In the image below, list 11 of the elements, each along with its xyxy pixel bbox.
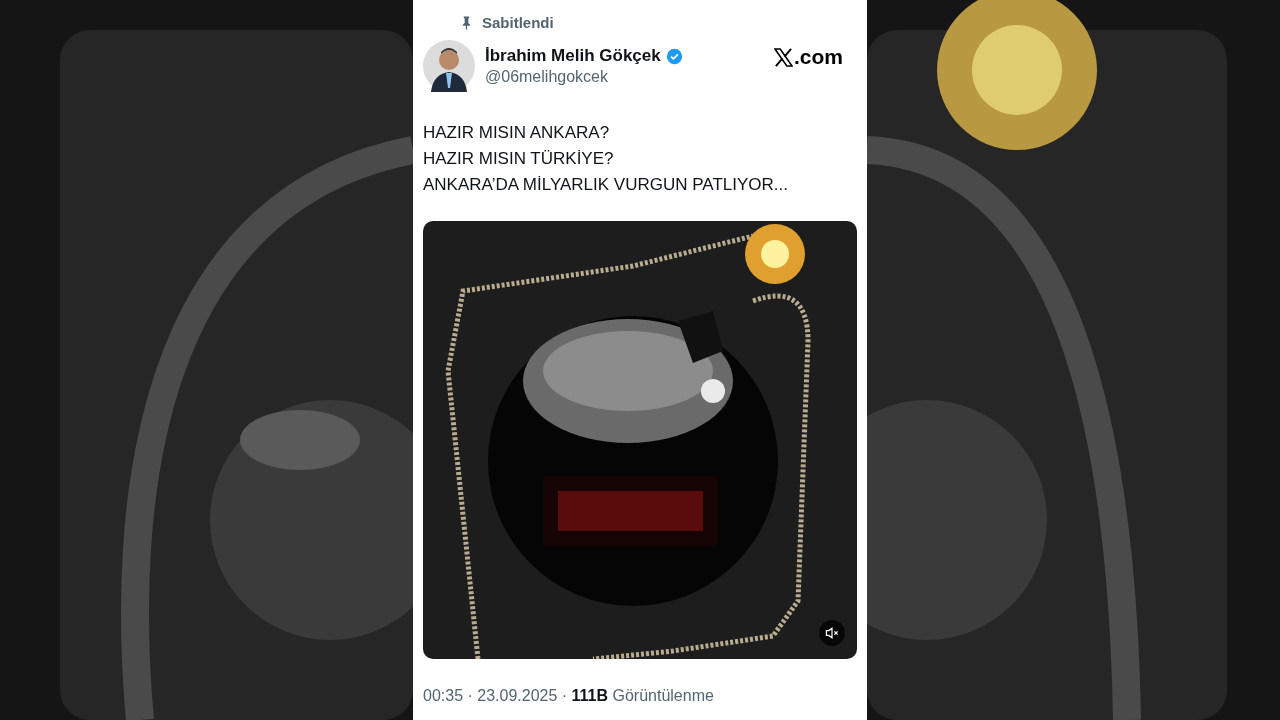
brand-label: .com bbox=[794, 45, 843, 69]
author-name[interactable]: İbrahim Melih Gökçek bbox=[485, 46, 661, 66]
speaker-icon bbox=[824, 625, 840, 641]
post-text-line: HAZIR MISIN TÜRKİYE? bbox=[423, 148, 615, 170]
author-handle[interactable]: @06melihgokcek bbox=[485, 68, 774, 86]
post-meta: 00:35 · 23.09.2025 · 111B Görüntülenme bbox=[423, 687, 715, 705]
post-text-line: HAZIR MISIN ANKARA? bbox=[423, 122, 611, 144]
pinned-label: Sabitlendi bbox=[482, 14, 554, 31]
x-logo-icon bbox=[774, 47, 793, 67]
pin-icon bbox=[461, 15, 472, 30]
post-text-line: ANKARA’DA MİLYARLIK VURGUN PATLIYOR... bbox=[423, 174, 789, 196]
